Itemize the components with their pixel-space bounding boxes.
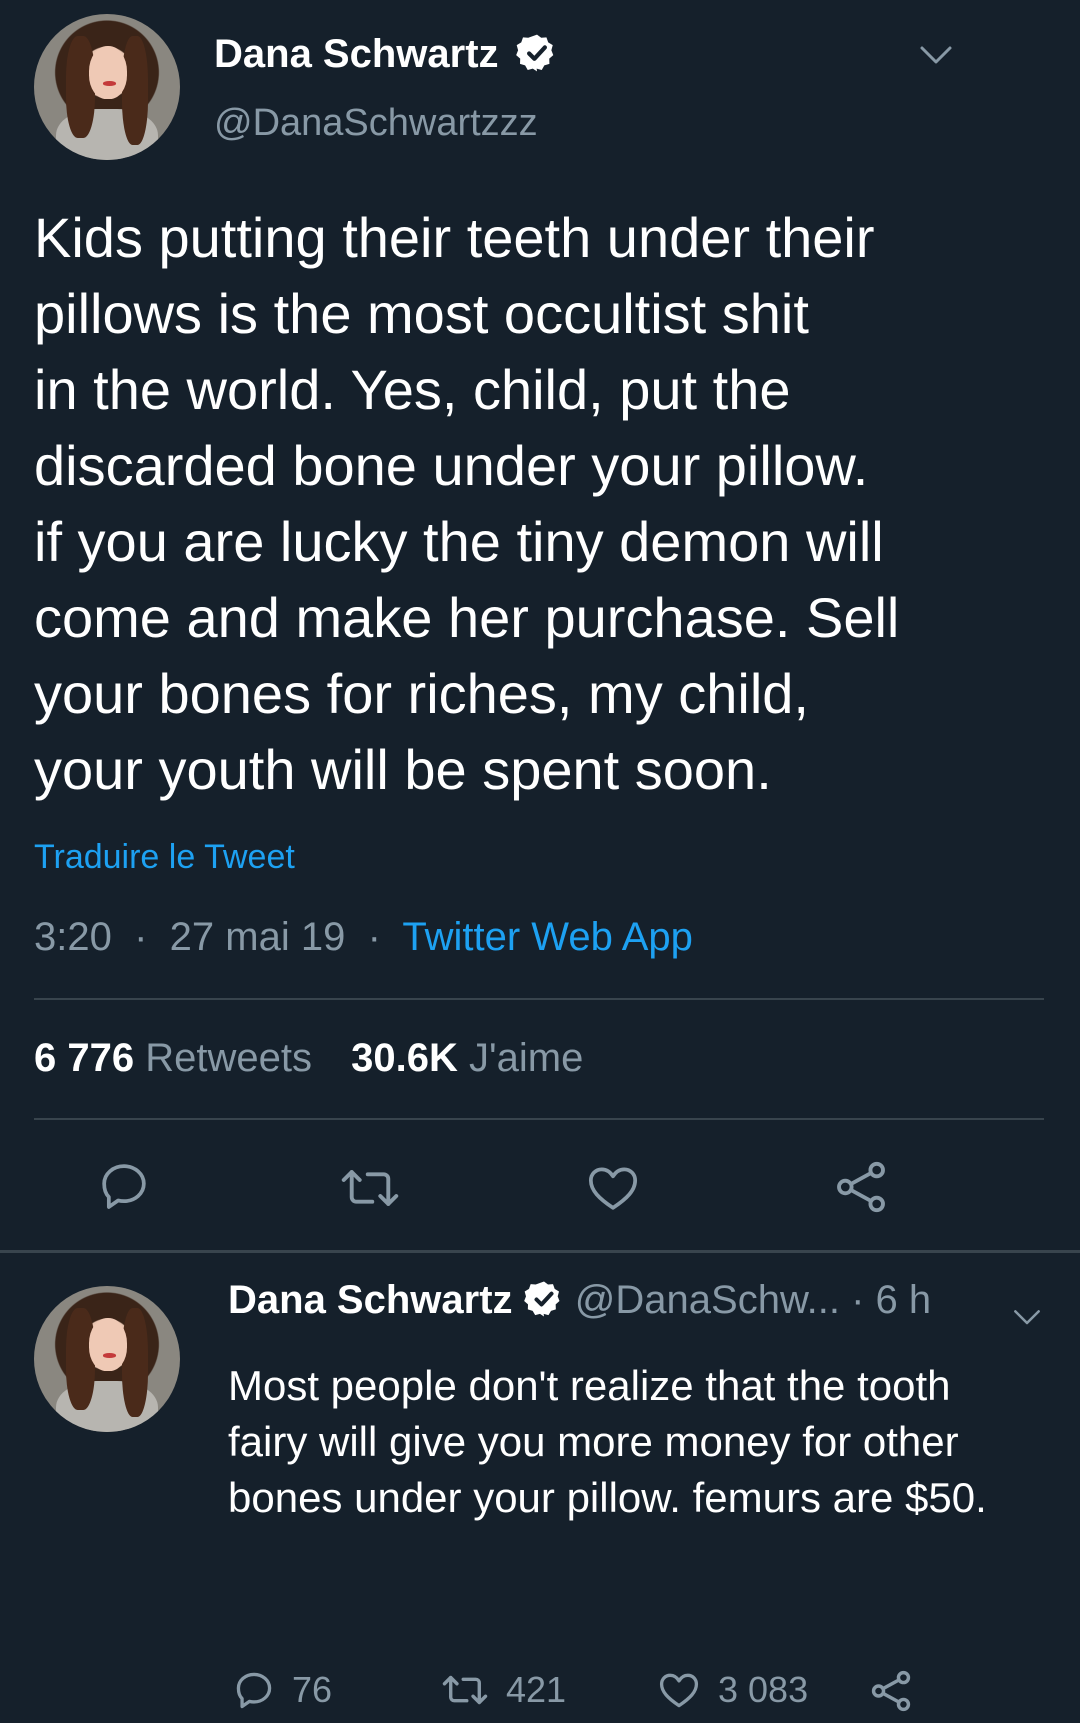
reply-like-action[interactable]: 3 083 <box>656 1668 808 1712</box>
reply-author-handle[interactable]: @DanaSchw... <box>575 1278 840 1322</box>
tweet-stats: 6 776 Retweets 30.6K J'aime <box>34 1036 583 1081</box>
tweet-source-link[interactable]: Twitter Web App <box>402 915 693 959</box>
tweet-text: Kids putting their teeth under their pil… <box>34 206 900 801</box>
author-avatar[interactable] <box>34 14 180 160</box>
reply-share-action[interactable] <box>868 1668 914 1714</box>
retweet-icon <box>442 1675 488 1705</box>
reply-icon <box>236 1672 272 1709</box>
like-heart-icon <box>659 1673 699 1708</box>
retweet-count: 421 <box>506 1669 567 1710</box>
reply-reply-action[interactable]: 76 <box>232 1668 332 1712</box>
reply-icon[interactable] <box>96 1158 152 1214</box>
avatar-face <box>89 46 128 99</box>
chevron-down-icon[interactable] <box>1012 1308 1042 1328</box>
retweet-icon[interactable] <box>338 1160 402 1216</box>
like-count: 3 083 <box>718 1669 809 1710</box>
reply-text: Most people don't realize that the tooth… <box>228 1362 987 1521</box>
likes-stat[interactable]: 30.6K J'aime <box>351 1036 583 1080</box>
retweets-count: 6 776 <box>34 1036 135 1080</box>
divider <box>34 998 1044 1000</box>
author-name-text: Dana Schwartz <box>214 32 499 76</box>
section-divider <box>0 1250 1080 1253</box>
avatar-lips <box>102 1353 116 1358</box>
divider <box>34 1118 1044 1120</box>
tweet-metadata: 3:20 · 27 mai 19 · Twitter Web App <box>34 915 693 960</box>
avatar-hair-right <box>121 1307 148 1418</box>
avatar-lips <box>102 81 116 86</box>
translate-tweet-link[interactable]: Traduire le Tweet <box>34 838 295 877</box>
reply-author-name[interactable]: Dana Schwartz <box>228 1278 513 1322</box>
chevron-down-icon[interactable] <box>918 44 954 68</box>
retweets-label: Retweets <box>145 1036 312 1080</box>
likes-label: J'aime <box>468 1036 584 1080</box>
reply-count: 76 <box>292 1669 333 1710</box>
meta-separator: · <box>851 1278 876 1322</box>
verified-badge-icon <box>515 35 553 72</box>
meta-separator: · <box>356 915 392 959</box>
avatar-hair-right <box>121 35 148 146</box>
tweet-time: 3:20 <box>34 915 112 959</box>
avatar-face <box>89 1318 128 1371</box>
reply-author-avatar[interactable] <box>34 1286 180 1432</box>
meta-separator: · <box>122 915 159 959</box>
reply-time-ago[interactable]: 6 h <box>876 1278 932 1322</box>
reply-header: Dana Schwartz @DanaSchw... · 6 h <box>228 1278 931 1323</box>
retweets-stat[interactable]: 6 776 Retweets <box>34 1036 323 1080</box>
author-name[interactable]: Dana Schwartz <box>214 32 558 77</box>
share-icon <box>871 1670 911 1712</box>
share-icon[interactable] <box>832 1158 890 1216</box>
reply-retweet-action[interactable]: 421 <box>440 1668 566 1712</box>
author-handle[interactable]: @DanaSchwartzzz <box>214 102 538 145</box>
tweet-date: 27 mai 19 <box>169 915 346 959</box>
like-heart-icon[interactable] <box>584 1160 642 1216</box>
verified-badge-icon <box>523 1281 560 1317</box>
likes-count: 30.6K <box>351 1036 458 1080</box>
